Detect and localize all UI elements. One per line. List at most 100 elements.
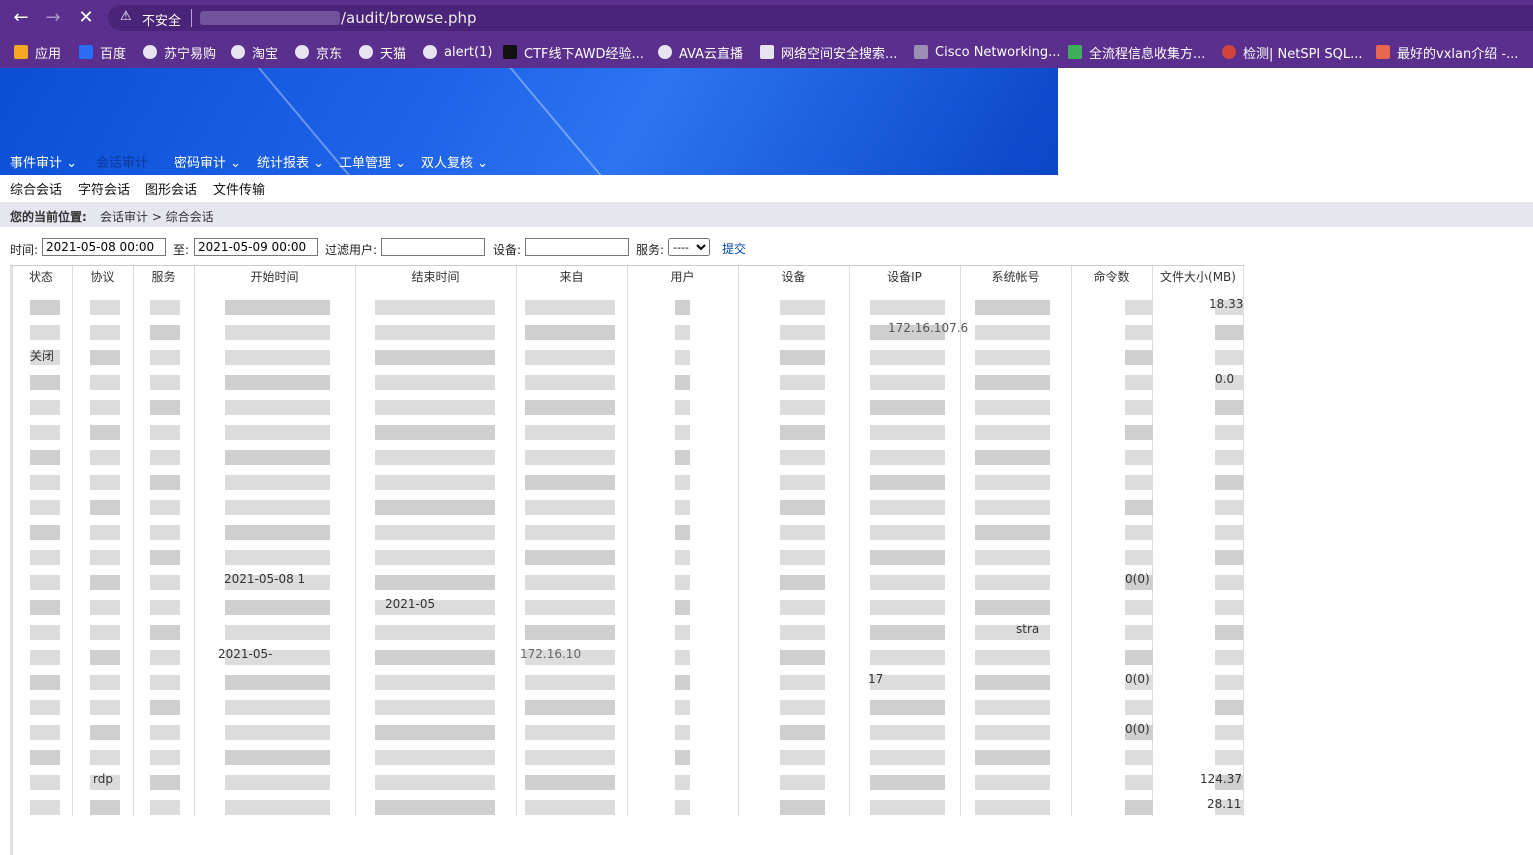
table-row[interactable]	[10, 616, 1244, 641]
nav-label: 统计报表	[257, 156, 310, 171]
bookmark-cisco[interactable]: Cisco Networking...	[914, 43, 1060, 61]
table-row[interactable]	[10, 791, 1244, 816]
bookmark-info-gathering[interactable]: 全流程信息收集方...	[1068, 43, 1205, 62]
user-filter-input[interactable]	[381, 238, 485, 256]
bookmark-taobao[interactable]: 淘宝	[231, 43, 278, 62]
bookmark-cyberspace-search[interactable]: 网络空间安全搜索...	[760, 43, 897, 62]
table-row[interactable]	[10, 291, 1244, 316]
bookmark-label: Cisco Networking...	[935, 44, 1061, 60]
redacted-cell	[780, 725, 825, 740]
table-row[interactable]	[10, 366, 1244, 391]
redacted-cell	[975, 550, 1050, 565]
tab-combined-session[interactable]: 综合会话	[10, 179, 62, 198]
table-row[interactable]	[10, 591, 1244, 616]
bookmark-label: 最好的vxlan介绍 -...	[1397, 46, 1519, 62]
redacted-cell	[90, 425, 120, 440]
table-row[interactable]	[10, 541, 1244, 566]
redacted-cell	[375, 650, 495, 665]
redacted-cell	[90, 725, 120, 740]
bookmark-ctf[interactable]: CTF线下AWD经验...	[503, 43, 644, 62]
back-icon[interactable]: ←	[10, 7, 32, 29]
redacted-cell	[225, 700, 330, 715]
col-device-ip[interactable]: 设备IP	[849, 266, 960, 288]
table-row[interactable]	[10, 666, 1244, 691]
col-cmd-count[interactable]: 命令数	[1071, 266, 1152, 288]
col-user[interactable]: 用户	[627, 266, 738, 288]
redacted-cell	[525, 800, 615, 815]
table-row[interactable]	[10, 391, 1244, 416]
bookmark-vxlan[interactable]: 最好的vxlan介绍 -...	[1376, 43, 1519, 62]
redacted-cell	[675, 625, 690, 640]
service-select[interactable]: ----	[668, 238, 710, 256]
col-start-time[interactable]: 开始时间	[194, 266, 355, 288]
table-row[interactable]	[10, 741, 1244, 766]
table-row[interactable]	[10, 341, 1244, 366]
address-bar[interactable]: ⚠ 不安全 /audit/browse.php	[108, 5, 1533, 31]
bookmark-suning[interactable]: 苏宁易购	[143, 43, 216, 62]
tab-file-transfer[interactable]: 文件传输	[213, 179, 265, 198]
redacted-cell	[375, 425, 495, 440]
bookmark-baidu[interactable]: 百度	[79, 43, 126, 62]
bookmark-apps[interactable]: 应用	[14, 43, 61, 62]
redacted-cell	[870, 375, 945, 390]
col-protocol[interactable]: 协议	[72, 266, 133, 288]
redacted-cell	[150, 425, 180, 440]
col-service[interactable]: 服务	[133, 266, 194, 288]
redacted-cell	[1215, 425, 1243, 440]
table-row[interactable]	[10, 491, 1244, 516]
table-row[interactable]	[10, 466, 1244, 491]
nav-session-audit[interactable]: 会话审计	[96, 152, 148, 171]
cmd-count-cell: 0(0)	[1125, 722, 1150, 736]
redacted-cell	[1215, 625, 1243, 640]
browser-toolbar: ← → ✕ ⚠ 不安全 /audit/browse.php	[0, 0, 1533, 36]
redacted-cell	[150, 700, 180, 715]
time-from-input[interactable]	[42, 238, 166, 256]
col-status[interactable]: 状态	[10, 266, 72, 288]
redacted-cell	[675, 475, 690, 490]
table-row[interactable]	[10, 516, 1244, 541]
col-sys-account[interactable]: 系统帐号	[960, 266, 1071, 288]
tab-graphic-session[interactable]: 图形会话	[145, 179, 197, 198]
table-row[interactable]	[10, 416, 1244, 441]
nav-tickets[interactable]: 工单管理 ⌄	[339, 152, 406, 171]
redacted-cell	[975, 750, 1050, 765]
table-row[interactable]	[10, 316, 1244, 341]
nav-reports[interactable]: 统计报表 ⌄	[257, 152, 324, 171]
table-row[interactable]	[10, 441, 1244, 466]
bookmark-netspi[interactable]: 检测| NetSPI SQL...	[1222, 43, 1363, 62]
nav-dual-review[interactable]: 双人复核 ⌄	[421, 152, 488, 171]
device-ip-cell: 17	[868, 672, 884, 686]
time-to-input[interactable]	[194, 238, 318, 256]
redacted-cell	[225, 325, 330, 340]
col-end-time[interactable]: 结束时间	[355, 266, 516, 288]
bookmark-ava[interactable]: AVA云直播	[658, 43, 743, 62]
redacted-cell	[870, 600, 945, 615]
col-from[interactable]: 来自	[516, 266, 627, 288]
to-label: 至:	[173, 243, 190, 257]
table-row[interactable]	[10, 766, 1244, 791]
nav-event-audit[interactable]: 事件审计 ⌄	[10, 152, 77, 171]
tab-char-session[interactable]: 字符会话	[78, 179, 130, 198]
col-device[interactable]: 设备	[738, 266, 849, 288]
table-row[interactable]	[10, 566, 1244, 591]
redacted-cell	[975, 675, 1050, 690]
table-row[interactable]	[10, 641, 1244, 666]
device-input[interactable]	[525, 238, 629, 256]
bookmark-jd[interactable]: 京东	[295, 43, 342, 62]
stop-loading-icon[interactable]: ✕	[75, 7, 97, 29]
main-nav: 事件审计 ⌄ 会话审计 密码审计 ⌄ 统计报表 ⌄ 工单管理 ⌄ 双人复核 ⌄	[0, 148, 1058, 172]
breadcrumb-label: 您的当前位置:	[10, 210, 87, 224]
redacted-cell	[1125, 700, 1153, 715]
col-file-size[interactable]: 文件大小(MB)	[1152, 266, 1244, 288]
forward-icon[interactable]: →	[42, 7, 64, 29]
bookmark-tmall[interactable]: 天猫	[359, 43, 406, 62]
table-row[interactable]	[10, 691, 1244, 716]
table-row[interactable]	[10, 716, 1244, 741]
submit-button[interactable]: 提交	[722, 240, 746, 257]
bookmark-alert[interactable]: alert(1)	[423, 43, 492, 61]
user-filter-label: 过滤用户:	[325, 243, 378, 257]
redacted-cell	[975, 600, 1050, 615]
nav-password-audit[interactable]: 密码审计 ⌄	[174, 152, 241, 171]
redacted-cell	[780, 375, 825, 390]
redacted-cell	[780, 425, 825, 440]
